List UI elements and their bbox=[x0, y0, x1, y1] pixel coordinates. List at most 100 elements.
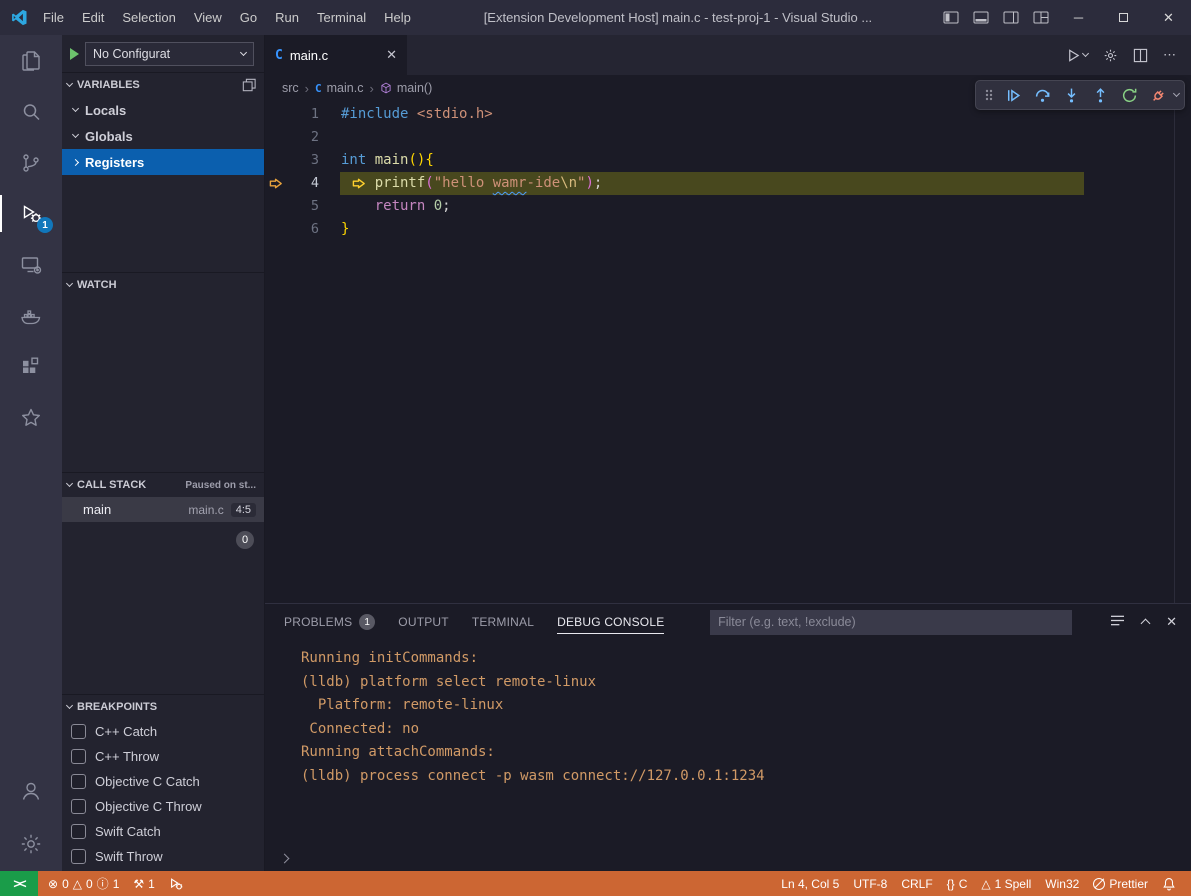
breakpoint-objective-c-throw[interactable]: Objective C Throw bbox=[62, 794, 264, 819]
code-editor[interactable]: 1 #include <stdio.h> 2 3 int main(){ 4 p… bbox=[265, 101, 1191, 603]
variables-item-globals[interactable]: Globals bbox=[62, 123, 264, 149]
drag-handle-icon[interactable] bbox=[981, 83, 997, 107]
prettier-status[interactable]: Prettier bbox=[1086, 871, 1155, 896]
panel-tab-terminal[interactable]: TERMINAL bbox=[472, 604, 534, 640]
breakpoint-objective-c-catch[interactable]: Objective C Catch bbox=[62, 769, 264, 794]
breadcrumb-symbol[interactable]: main() bbox=[380, 81, 432, 95]
problems-status[interactable]: ⊗0 △0 ⓘ1 bbox=[41, 871, 126, 896]
watch-header[interactable]: WATCH bbox=[62, 273, 264, 297]
checkbox[interactable] bbox=[71, 724, 86, 739]
close-button[interactable]: ✕ bbox=[1146, 0, 1191, 35]
breakpoint-swift-throw[interactable]: Swift Throw bbox=[62, 844, 264, 869]
split-editor-icon[interactable] bbox=[1133, 48, 1148, 63]
variables-item-locals[interactable]: Locals bbox=[62, 97, 264, 123]
code-line-4[interactable]: 4 printf("hello wamr-ide\n"); bbox=[265, 172, 1191, 195]
menu-view[interactable]: View bbox=[185, 0, 231, 35]
stack-frame-row[interactable]: main main.c 4:5 bbox=[62, 497, 264, 522]
customize-layout-icon[interactable] bbox=[1026, 0, 1056, 35]
debug-config-dropdown[interactable]: No Configurat bbox=[85, 42, 254, 66]
panel-tab-problems[interactable]: PROBLEMS 1 bbox=[284, 604, 375, 640]
checkbox[interactable] bbox=[71, 774, 86, 789]
toggle-secondary-sidebar-icon[interactable] bbox=[996, 0, 1026, 35]
start-debug-icon[interactable] bbox=[70, 48, 79, 60]
minimize-button[interactable]: ─ bbox=[1056, 0, 1101, 35]
toggle-panel-icon[interactable] bbox=[966, 0, 996, 35]
debug-console-prompt[interactable] bbox=[265, 845, 1191, 871]
tab-main-c[interactable]: C main.c ✕ bbox=[265, 35, 407, 75]
docker-icon[interactable] bbox=[0, 290, 62, 341]
menu-go[interactable]: Go bbox=[231, 0, 266, 35]
open-view-icon[interactable] bbox=[242, 78, 256, 92]
breadcrumb-file[interactable]: C main.c bbox=[315, 81, 363, 95]
debug-status[interactable] bbox=[162, 871, 190, 896]
close-tab-icon[interactable]: ✕ bbox=[386, 47, 397, 63]
continue-icon[interactable] bbox=[1000, 83, 1026, 107]
glyph-margin bbox=[265, 149, 289, 172]
checkbox[interactable] bbox=[71, 799, 86, 814]
menu-run[interactable]: Run bbox=[266, 0, 308, 35]
checkbox[interactable] bbox=[71, 749, 86, 764]
checkbox[interactable] bbox=[71, 849, 86, 864]
language-mode[interactable]: {}C bbox=[940, 871, 975, 896]
run-or-debug-button[interactable] bbox=[1066, 48, 1088, 63]
breakpoints-header[interactable]: BREAKPOINTS bbox=[62, 695, 264, 719]
code-line-3[interactable]: 3 int main(){ bbox=[265, 149, 1191, 172]
more-actions-icon[interactable]: ⋯ bbox=[1163, 47, 1176, 63]
variables-header[interactable]: VARIABLES bbox=[62, 73, 264, 97]
debug-console-output[interactable]: Running initCommands:(lldb) platform sel… bbox=[265, 640, 1191, 845]
settings-gear-icon[interactable] bbox=[0, 816, 62, 871]
step-over-icon[interactable] bbox=[1029, 83, 1055, 107]
editor-settings-icon[interactable] bbox=[1103, 48, 1118, 63]
chevron-down-icon[interactable] bbox=[1173, 90, 1180, 97]
chevron-down-icon bbox=[66, 480, 73, 487]
restart-icon[interactable] bbox=[1116, 83, 1142, 107]
remote-indicator[interactable]: >< bbox=[0, 871, 38, 896]
vscode-logo-icon bbox=[11, 9, 28, 26]
menu-terminal[interactable]: Terminal bbox=[308, 0, 375, 35]
breadcrumb-src[interactable]: src bbox=[282, 81, 299, 95]
remote-explorer-icon[interactable] bbox=[0, 239, 62, 290]
explorer-icon[interactable] bbox=[0, 35, 62, 86]
code-line-2[interactable]: 2 bbox=[265, 126, 1191, 149]
current-frame-arrow-icon[interactable] bbox=[265, 172, 289, 195]
breakpoint-c-catch[interactable]: C++ Catch bbox=[62, 719, 264, 744]
eol-indicator[interactable]: CRLF bbox=[894, 871, 939, 896]
variables-item-registers[interactable]: Registers bbox=[62, 149, 264, 175]
panel-tab-output[interactable]: OUTPUT bbox=[398, 604, 449, 640]
frame-name: main bbox=[83, 502, 111, 517]
search-icon[interactable] bbox=[0, 86, 62, 137]
cursor-position[interactable]: Ln 4, Col 5 bbox=[774, 871, 846, 896]
step-into-icon[interactable] bbox=[1058, 83, 1084, 107]
chevron-down-icon bbox=[66, 80, 73, 87]
breakpoint-swift-catch[interactable]: Swift Catch bbox=[62, 819, 264, 844]
accounts-icon[interactable] bbox=[0, 765, 62, 816]
platform-indicator[interactable]: Win32 bbox=[1038, 871, 1086, 896]
call-stack-header[interactable]: CALL STACK Paused on st... bbox=[62, 473, 264, 497]
encoding-indicator[interactable]: UTF-8 bbox=[846, 871, 894, 896]
extensions-icon[interactable] bbox=[0, 341, 62, 392]
panel-tab-debug-console[interactable]: DEBUG CONSOLE bbox=[557, 604, 664, 640]
toggle-sidebar-icon[interactable] bbox=[936, 0, 966, 35]
maximize-button[interactable] bbox=[1101, 0, 1146, 35]
debug-console-filter-input[interactable] bbox=[710, 610, 1072, 635]
spell-checker-status[interactable]: △1 Spell bbox=[974, 871, 1038, 896]
menu-selection[interactable]: Selection bbox=[113, 0, 184, 35]
menu-help[interactable]: Help bbox=[375, 0, 420, 35]
notifications-bell[interactable] bbox=[1155, 871, 1183, 896]
close-panel-icon[interactable]: ✕ bbox=[1166, 614, 1177, 630]
favorites-star-icon[interactable] bbox=[0, 392, 62, 443]
run-debug-icon[interactable]: 1 bbox=[0, 188, 62, 239]
menu-file[interactable]: File bbox=[34, 0, 73, 35]
maximize-panel-icon[interactable] bbox=[1141, 619, 1151, 629]
menu-edit[interactable]: Edit bbox=[73, 0, 113, 35]
step-out-icon[interactable] bbox=[1087, 83, 1113, 107]
variables-section: VARIABLES Locals Globals Registers bbox=[62, 72, 264, 272]
source-control-icon[interactable] bbox=[0, 137, 62, 188]
checkbox[interactable] bbox=[71, 824, 86, 839]
code-line-5[interactable]: 5 return 0; bbox=[265, 195, 1191, 218]
breakpoint-c-throw[interactable]: C++ Throw bbox=[62, 744, 264, 769]
tools-status[interactable]: ⚒1 bbox=[126, 871, 161, 896]
output-options-icon[interactable] bbox=[1110, 614, 1125, 630]
disconnect-icon[interactable] bbox=[1145, 83, 1171, 107]
code-line-6[interactable]: 6 } bbox=[265, 218, 1191, 241]
